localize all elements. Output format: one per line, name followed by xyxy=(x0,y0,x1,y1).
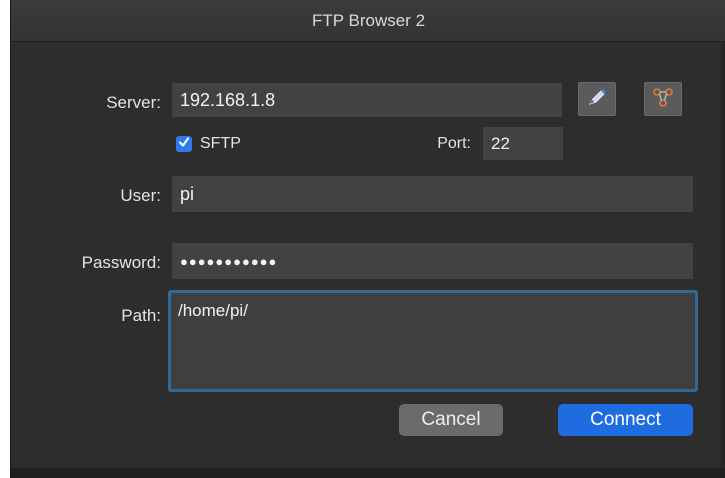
bookmark-button[interactable] xyxy=(578,82,616,116)
user-field[interactable]: pi xyxy=(172,176,693,212)
checkmark-icon xyxy=(178,135,190,153)
user-label: User: xyxy=(120,186,161,205)
ftp-dialog: FTP Browser 2 Server: 192.168.1.8 SFTP P… xyxy=(10,0,725,478)
password-field[interactable]: ●●●●●●●●●●● xyxy=(172,243,693,279)
path-field[interactable]: /home/pi/ xyxy=(168,290,698,392)
sftp-label: SFTP xyxy=(200,135,241,152)
cancel-button-label: Cancel xyxy=(421,409,481,430)
server-field[interactable]: 192.168.1.8 xyxy=(172,83,562,117)
port-label: Port: xyxy=(437,135,471,152)
port-field[interactable]: 22 xyxy=(483,127,563,160)
network-icon xyxy=(651,86,675,113)
path-value: /home/pi/ xyxy=(178,301,248,320)
window-right-edge xyxy=(721,42,725,468)
pen-icon xyxy=(586,86,608,113)
window-bottom-edge xyxy=(11,468,725,478)
cancel-button[interactable]: Cancel xyxy=(399,404,503,436)
port-value: 22 xyxy=(491,133,510,153)
server-value: 192.168.1.8 xyxy=(180,89,276,110)
path-label: Path: xyxy=(121,306,161,325)
window-title: FTP Browser 2 xyxy=(311,10,426,30)
password-value: ●●●●●●●●●●● xyxy=(180,253,278,269)
password-label: Password: xyxy=(81,253,161,272)
server-label: Server: xyxy=(106,93,161,112)
connect-button[interactable]: Connect xyxy=(558,404,693,436)
user-value: pi xyxy=(180,183,195,204)
title-bar: FTP Browser 2 xyxy=(11,0,725,42)
connect-button-label: Connect xyxy=(590,409,661,430)
sftp-checkbox[interactable] xyxy=(176,136,192,152)
network-button[interactable] xyxy=(644,82,682,116)
